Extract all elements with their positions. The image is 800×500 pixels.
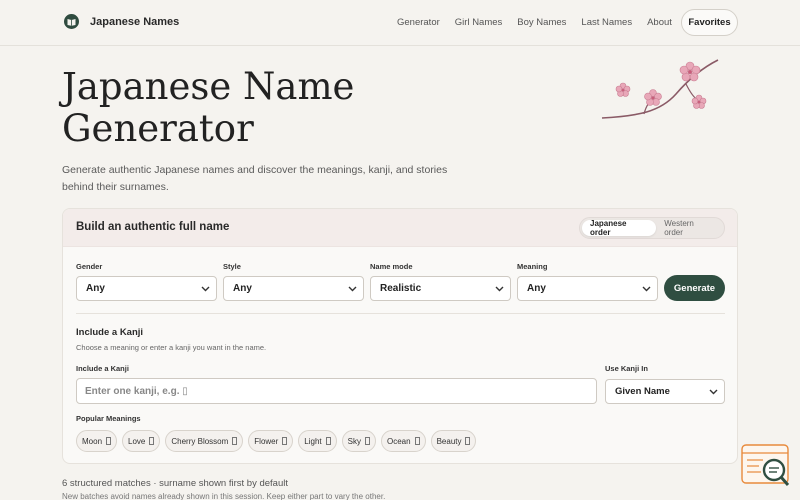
nav-girl-names[interactable]: Girl Names: [455, 17, 503, 28]
page-title: Japanese Name Generator: [62, 65, 355, 150]
matches-count: 6 structured matches · surname shown fir…: [62, 478, 288, 489]
nav-boy-names[interactable]: Boy Names: [517, 17, 566, 28]
card-title: Build an authentic full name: [76, 221, 230, 233]
cherry-blossom-icon: [601, 59, 719, 119]
book-logo-icon: [64, 14, 79, 29]
meaning-label: Meaning: [517, 262, 548, 271]
chip-label: Moon: [82, 436, 103, 446]
chip-label: Sky: [347, 436, 361, 446]
chevron-down-icon: [348, 286, 357, 291]
chip-label: Flower: [254, 436, 279, 446]
style-label: Style: [223, 262, 241, 271]
chip-light[interactable]: Light: [298, 430, 337, 452]
gender-label: Gender: [76, 262, 103, 271]
chip-moon[interactable]: Moon: [76, 430, 118, 452]
nav-generator[interactable]: Generator: [397, 17, 440, 28]
use-kanji-value: Given Name: [615, 386, 670, 397]
chevron-down-icon: [201, 286, 210, 291]
nav-about[interactable]: About: [647, 17, 672, 28]
chevron-down-icon: [709, 389, 718, 394]
kanji-glyph-icon: [414, 437, 420, 445]
page-subtitle: Generate authentic Japanese names and di…: [62, 164, 448, 193]
chip-label: Light: [304, 436, 322, 446]
kanji-glyph-icon: [365, 437, 370, 445]
favorites-button[interactable]: Favorites: [681, 9, 738, 36]
name-mode-select[interactable]: Realistic: [370, 276, 511, 301]
generate-button[interactable]: Generate: [664, 275, 725, 301]
kanji-glyph-icon: [232, 437, 238, 445]
name-mode-value: Realistic: [380, 283, 422, 294]
style-select[interactable]: Any: [223, 276, 364, 301]
search-assistant-icon[interactable]: [741, 444, 791, 488]
session-note: New batches avoid names already shown in…: [62, 492, 386, 500]
chip-label: Ocean: [387, 436, 411, 446]
chip-flower[interactable]: Flower: [248, 430, 294, 452]
chip-beauty[interactable]: Beauty: [430, 430, 477, 452]
kanji-input[interactable]: Enter one kanji, e.g. ▯: [76, 378, 597, 404]
kanji-glyph-icon: [106, 437, 112, 445]
kanji-glyph-icon: [149, 437, 155, 445]
chip-label: Cherry Blossom: [171, 436, 229, 446]
popular-meanings-label: Popular Meanings: [76, 414, 141, 423]
kanji-section-title: Include a Kanji: [76, 327, 144, 338]
order-western-option[interactable]: Western order: [656, 219, 722, 237]
use-kanji-select[interactable]: Given Name: [605, 379, 725, 404]
popular-meanings-chips: Moon Love Cherry Blossom Flower Light Sk…: [76, 430, 477, 452]
nav-last-names[interactable]: Last Names: [581, 17, 632, 28]
chip-love[interactable]: Love: [122, 430, 161, 452]
kanji-glyph-icon: [465, 437, 471, 445]
chip-label: Beauty: [436, 436, 462, 446]
chip-label: Love: [128, 436, 146, 446]
brand-name: Japanese Names: [90, 15, 180, 28]
name-builder-card: Build an authentic full name Japanese or…: [62, 208, 738, 464]
meaning-select[interactable]: Any: [517, 276, 658, 301]
meaning-value: Any: [527, 283, 546, 294]
kanji-glyph-icon: [325, 437, 331, 445]
use-kanji-label: Use Kanji In: [605, 364, 648, 373]
chip-sky[interactable]: Sky: [341, 430, 376, 452]
chip-cherry-blossom[interactable]: Cherry Blossom: [165, 430, 244, 452]
order-japanese-option[interactable]: Japanese order: [582, 219, 657, 237]
gender-select[interactable]: Any: [76, 276, 217, 301]
kanji-section-hint: Choose a meaning or enter a kanji you wa…: [76, 343, 267, 352]
chip-ocean[interactable]: Ocean: [381, 430, 426, 452]
name-order-toggle: Japanese order Western order: [579, 217, 725, 239]
kanji-input-label: Include a Kanji: [76, 364, 129, 373]
name-mode-label: Name mode: [370, 262, 413, 271]
chevron-down-icon: [642, 286, 651, 291]
top-navbar: Japanese Names Generator Girl Names Boy …: [0, 0, 800, 46]
kanji-glyph-icon: [282, 437, 288, 445]
gender-value: Any: [86, 283, 105, 294]
style-value: Any: [233, 283, 252, 294]
brand[interactable]: Japanese Names: [64, 14, 179, 29]
card-header: Build an authentic full name Japanese or…: [63, 209, 737, 247]
chevron-down-icon: [495, 286, 504, 291]
main-nav: Generator Girl Names Boy Names Last Name…: [397, 17, 687, 28]
divider: [76, 313, 725, 314]
